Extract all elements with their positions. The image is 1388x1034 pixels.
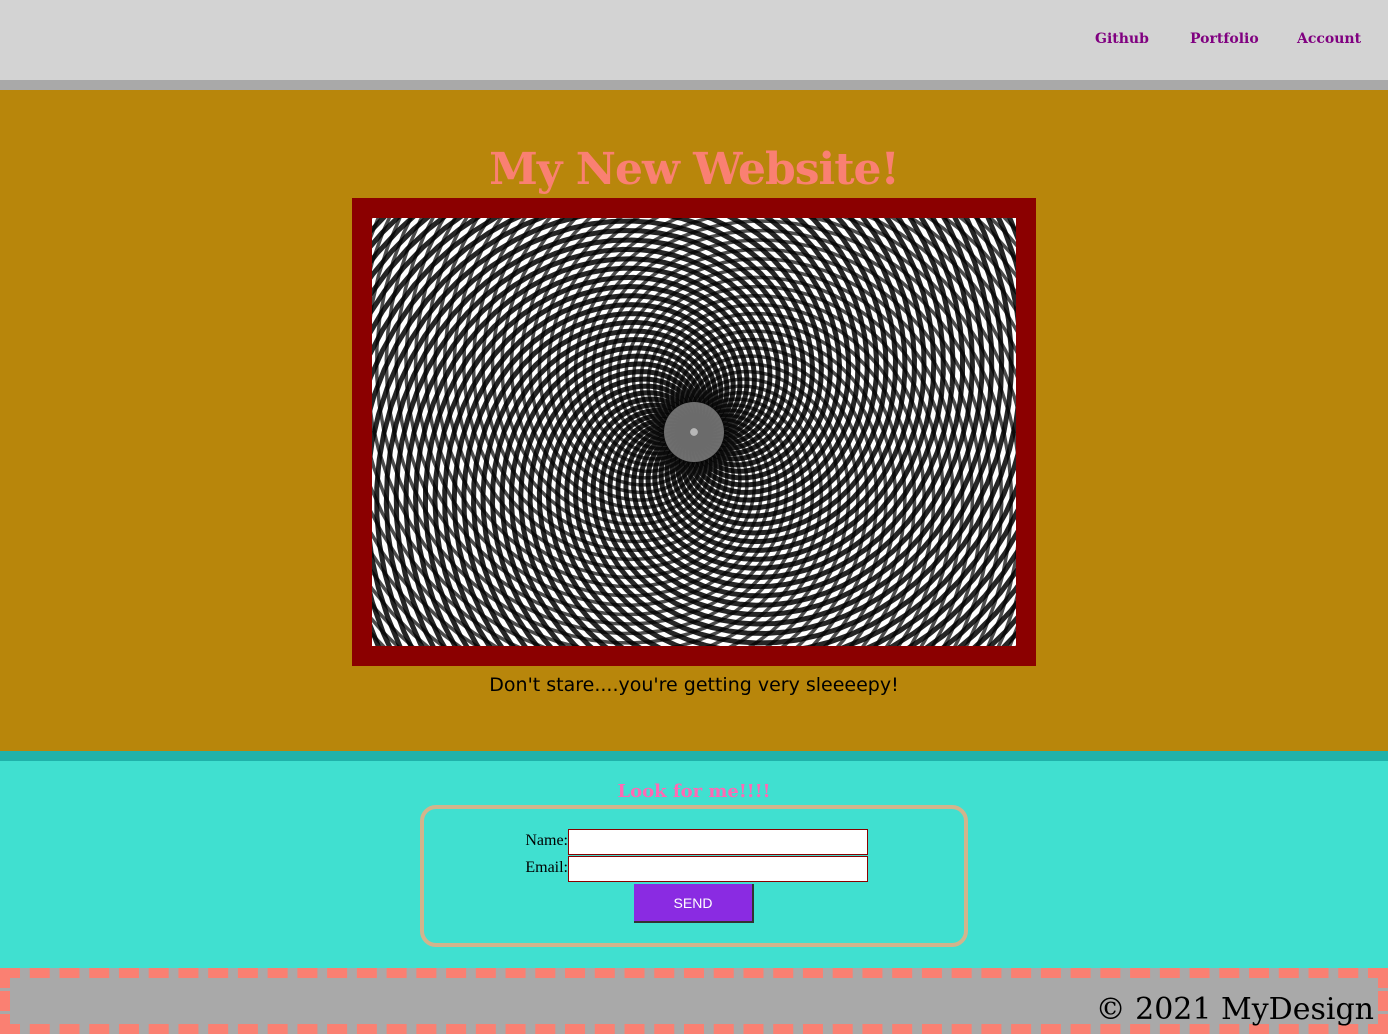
- image-frame: [352, 198, 1036, 666]
- contact-heading: Look for me!!!!: [617, 781, 771, 802]
- contact-section: Look for me!!!! Name: Email: SEND: [0, 751, 1388, 968]
- nav-link-account[interactable]: Account: [1297, 31, 1361, 47]
- name-row: Name:: [424, 829, 972, 855]
- page-title: My New Website!: [489, 144, 900, 195]
- spiral-center: [664, 402, 724, 462]
- copyright-text: © 2021 MyDesign: [1095, 992, 1374, 1027]
- nav-link-github[interactable]: Github: [1095, 31, 1149, 47]
- footer: © 2021 MyDesign: [0, 968, 1388, 1034]
- name-input[interactable]: [568, 829, 868, 855]
- email-input[interactable]: [568, 856, 868, 882]
- hero-section: My New Website! Don't stare....you're ge…: [0, 90, 1388, 751]
- name-label: Name:: [525, 832, 568, 849]
- top-nav: Github Portfolio Account: [0, 0, 1388, 90]
- hypnotic-spiral-image: [372, 218, 1016, 646]
- nav-link-portfolio[interactable]: Portfolio: [1190, 31, 1259, 47]
- contact-form: Name: Email: SEND: [420, 805, 968, 947]
- email-label: Email:: [525, 859, 568, 876]
- email-row: Email:: [424, 856, 972, 882]
- send-button[interactable]: SEND: [634, 884, 754, 923]
- image-caption: Don't stare....you're getting very sleee…: [489, 674, 899, 696]
